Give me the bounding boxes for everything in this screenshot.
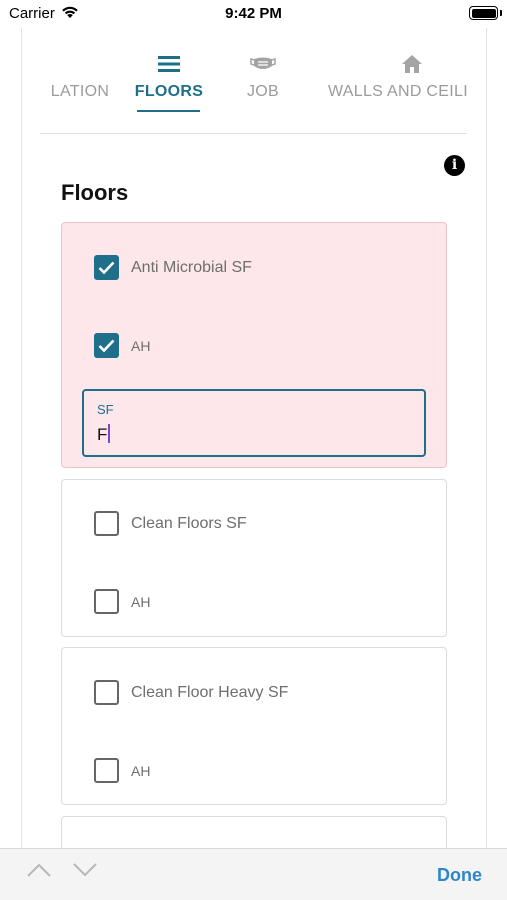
tab-walls-and-ceilings-label: WALLS AND CEILI (328, 83, 467, 100)
sf-input[interactable]: SF F (82, 389, 426, 457)
clean-floor-heavy-sf-option[interactable]: Clean Floor Heavy SF (94, 680, 288, 705)
done-button[interactable]: Done (437, 865, 482, 886)
frame-divider-left (21, 28, 22, 848)
ah-option[interactable]: AH (94, 589, 150, 614)
checkbox-unchecked[interactable] (94, 680, 119, 705)
checkbox-unchecked[interactable] (94, 758, 119, 783)
chevron-down-icon[interactable] (73, 863, 97, 882)
ah-option[interactable]: AH (94, 758, 150, 783)
tab-job-label: JOB (246, 83, 280, 100)
tab-job[interactable]: JOB (236, 50, 290, 120)
tab-strip: LATION FLOORS JOB WALLS AND CEILI (40, 50, 467, 120)
option-label: Clean Floors SF (131, 514, 247, 532)
battery-icon (469, 6, 498, 20)
checkmark-icon (98, 339, 115, 352)
tab-lation-label: LATION (50, 83, 110, 100)
floor-item-card: Anti Microbial SF AH SF F (61, 222, 447, 468)
option-label: AH (131, 762, 151, 779)
clean-floors-sf-option[interactable]: Clean Floors SF (94, 511, 247, 536)
anti-microbial-sf-option[interactable]: Anti Microbial SF (94, 255, 252, 280)
tab-walls-and-ceilings[interactable]: WALLS AND CEILI (328, 50, 467, 120)
tab-lation[interactable]: LATION (40, 50, 120, 120)
sf-field-label: SF (97, 402, 114, 417)
battery-cap (500, 10, 502, 16)
checkbox-unchecked[interactable] (94, 511, 119, 536)
chevron-up-icon[interactable] (27, 863, 51, 882)
sf-field-value[interactable]: F (97, 424, 111, 445)
ah-option[interactable]: AH (94, 333, 150, 358)
text-caret (108, 424, 111, 443)
section-title: Floors (61, 180, 129, 205)
option-label: Clean Floor Heavy SF (131, 683, 289, 701)
floor-item-card: Clean Floors SF AH (61, 479, 447, 637)
option-label: AH (131, 593, 151, 610)
checkbox-unchecked[interactable] (94, 589, 119, 614)
frame-divider-right (486, 28, 487, 848)
keyboard-accessory-bar: Done (0, 848, 507, 900)
menu-lines-icon (134, 50, 204, 78)
option-label: AH (131, 337, 151, 354)
info-icon[interactable]: i (444, 155, 465, 176)
floor-item-card: Clean Floor Heavy SF AH (61, 647, 447, 805)
home-icon (328, 50, 467, 78)
checkmark-icon (98, 261, 115, 274)
checkbox-checked[interactable] (94, 255, 119, 280)
tabs-divider (40, 133, 467, 134)
clock: 9:42 PM (225, 5, 282, 22)
tab-floors-label: FLOORS (134, 83, 204, 100)
mask-icon (236, 50, 290, 78)
option-label: Anti Microbial SF (131, 258, 252, 276)
checkbox-checked[interactable] (94, 333, 119, 358)
active-tab-indicator (137, 110, 200, 112)
status-bar: Carrier 9:42 PM (0, 0, 507, 28)
